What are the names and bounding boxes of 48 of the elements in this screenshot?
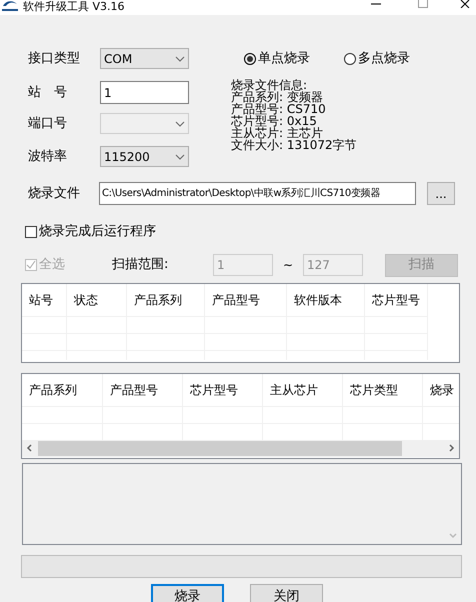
chevron-down-icon xyxy=(175,56,185,62)
file-info-line: 主从芯片: 主芯片 xyxy=(231,127,324,139)
file-info-line: 烧录文件信息: xyxy=(231,79,308,91)
action-button[interactable]: 烧录 xyxy=(151,584,224,602)
logo-icon xyxy=(1,0,19,12)
dropdown[interactable]: 115200 xyxy=(100,146,189,167)
field-label: 端口号 xyxy=(28,114,68,133)
column-header[interactable]: 烧录 xyxy=(423,374,459,406)
field-label: 烧录文件 xyxy=(28,184,81,203)
column-header[interactable]: 软件版本 xyxy=(287,284,364,316)
column-header[interactable]: 芯片型号 xyxy=(183,374,262,406)
dropdown[interactable]: COM xyxy=(100,48,189,69)
browse-button[interactable]: ... xyxy=(427,182,455,205)
column-header[interactable]: 产品系列 xyxy=(127,284,204,316)
range-separator: ~ xyxy=(282,257,294,274)
close-icon[interactable] xyxy=(460,0,472,8)
action-button[interactable]: 关闭 xyxy=(250,584,323,602)
column-header[interactable]: 芯片类型 xyxy=(343,374,422,406)
check-icon xyxy=(26,260,36,270)
dropdown-value: COM xyxy=(104,50,132,68)
column-header[interactable]: 产品型号 xyxy=(205,284,286,316)
column-header[interactable]: 芯片型号 xyxy=(365,284,427,316)
chevron-down-icon xyxy=(175,120,185,126)
file-path-field[interactable]: C:\Users\Administrator\Desktop\中联w系列汇川CS710变频器 xyxy=(99,182,416,205)
chevron-down-icon xyxy=(175,154,185,160)
checkbox[interactable]: 烧录完成后运行程序 xyxy=(25,222,156,242)
scan-range-label: 扫描范围: xyxy=(112,256,170,274)
field-label: 站 号 xyxy=(28,84,68,102)
file-info-line: 产品型号: CS710 xyxy=(231,103,327,115)
dropdown-value: 115200 xyxy=(104,148,150,166)
column-header[interactable]: 主从芯片 xyxy=(263,374,342,406)
column-header[interactable]: 产品系列 xyxy=(22,374,102,406)
field-label: 波特率 xyxy=(28,148,68,166)
column-header[interactable]: 产品型号 xyxy=(103,374,182,406)
file-info-line: 文件大小: 131072字节 xyxy=(231,139,358,151)
column-header[interactable]: 状态 xyxy=(67,284,126,316)
radio-button[interactable]: 单点烧录 xyxy=(244,48,310,68)
file-info-line: 产品系列: 变频器 xyxy=(231,91,324,103)
maximize-icon[interactable] xyxy=(418,0,428,8)
log-box[interactable] xyxy=(22,462,462,544)
horizontal-scrollbar[interactable] xyxy=(22,440,459,456)
file-info-line: 芯片型号: 0x15 xyxy=(231,115,317,127)
scroll-down-icon[interactable] xyxy=(448,532,458,540)
station-field[interactable]: 1 xyxy=(100,81,189,104)
column-header[interactable]: 站号 xyxy=(22,284,66,316)
radio-button[interactable]: 多点烧录 xyxy=(344,48,410,68)
field-label: 接口类型 xyxy=(28,50,81,68)
window-title: 软件升级工具 V3.16 xyxy=(23,0,125,13)
